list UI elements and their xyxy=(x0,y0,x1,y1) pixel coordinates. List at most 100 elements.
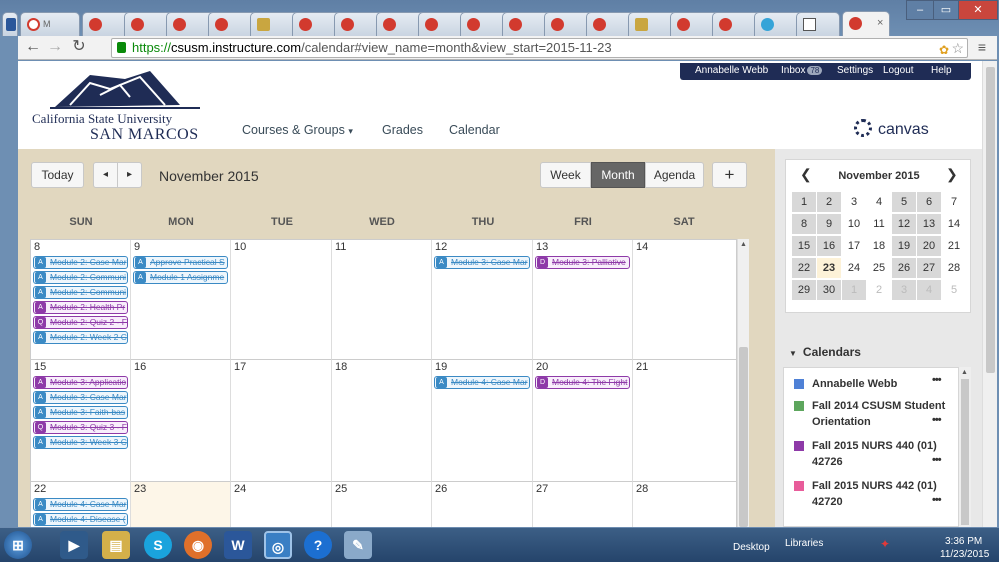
calendar-event[interactable]: A Module 2: Communi xyxy=(33,271,128,284)
calendar-options-icon[interactable]: ••• xyxy=(932,374,942,386)
day-cell[interactable]: 19 A Module 4: Case Mar xyxy=(432,360,533,482)
minical-day[interactable]: 9 xyxy=(817,214,841,234)
calendar-event[interactable]: A Module 4: Case Mar xyxy=(33,498,128,511)
inbox-link[interactable]: Inbox 78 xyxy=(781,65,823,76)
next-month-button[interactable]: ▸ xyxy=(117,162,142,188)
clock-date[interactable]: 11/23/2015 xyxy=(940,549,989,560)
day-number[interactable]: 16 xyxy=(134,361,146,373)
day-cell[interactable]: 10 xyxy=(231,240,332,360)
minical-day[interactable]: 18 xyxy=(867,236,891,256)
minical-day[interactable]: 2 xyxy=(867,280,891,300)
bookmark-star-icon[interactable]: ☆ xyxy=(951,39,964,57)
add-event-button[interactable]: + xyxy=(712,162,747,188)
page-scrollbar[interactable] xyxy=(982,61,997,527)
minical-day[interactable]: 11 xyxy=(867,214,891,234)
help-icon[interactable]: ? xyxy=(304,531,332,559)
close-window-button[interactable]: ✕ xyxy=(958,0,998,20)
day-number[interactable]: 21 xyxy=(636,361,648,373)
day-number[interactable]: 28 xyxy=(636,483,648,495)
calendar-color-swatch[interactable] xyxy=(794,441,804,451)
minical-day[interactable]: 3 xyxy=(892,280,916,300)
day-number[interactable]: 19 xyxy=(435,361,447,373)
agenda-view-button[interactable]: Agenda xyxy=(645,162,704,188)
day-cell[interactable]: 8 A Module 2: Case Mar A Module 2: Communi A M… xyxy=(31,240,131,360)
browser-tab[interactable] xyxy=(796,12,840,36)
settings-link[interactable]: Settings xyxy=(837,65,873,76)
calendar-event[interactable]: A Module 4: Case Mar xyxy=(434,376,530,389)
scrollbar-thumb[interactable] xyxy=(986,67,995,373)
calendar-event[interactable]: A Module 2: Communi xyxy=(33,286,128,299)
week-view-button[interactable]: Week xyxy=(540,162,591,188)
libraries-toolbar[interactable]: Libraries xyxy=(785,538,823,549)
calendar-color-swatch[interactable] xyxy=(794,481,804,491)
nav-courses-groups[interactable]: Courses & Groups ▾ xyxy=(242,123,353,137)
desktop-toolbar[interactable]: Desktop xyxy=(733,542,770,553)
minical-day[interactable]: 4 xyxy=(917,280,941,300)
day-cell[interactable]: 18 xyxy=(332,360,432,482)
start-button-icon[interactable]: ⊞ xyxy=(4,531,32,559)
calendar-scrollbar[interactable]: ▲ xyxy=(737,239,749,527)
scrollbar-thumb[interactable] xyxy=(739,347,748,527)
user-name-link[interactable]: Annabelle Webb xyxy=(695,65,768,76)
address-bar[interactable]: https://csusm.instructure.com/calendar#v… xyxy=(111,38,968,58)
calendar-event[interactable]: A Module 3: Week 3 C xyxy=(33,436,128,449)
minical-day[interactable]: 20 xyxy=(917,236,941,256)
day-number[interactable]: 25 xyxy=(335,483,347,495)
calendar-event[interactable]: D Module 3: Palliative xyxy=(535,256,630,269)
day-number[interactable]: 14 xyxy=(636,241,648,253)
minical-day[interactable]: 1 xyxy=(792,192,816,212)
calendar-event[interactable]: A Approve Practical S xyxy=(133,256,228,269)
minical-day[interactable]: 5 xyxy=(892,192,916,212)
day-cell[interactable]: 20 D Module 4: The Fight xyxy=(533,360,633,482)
day-number[interactable]: 9 xyxy=(134,241,140,253)
day-number[interactable]: 20 xyxy=(536,361,548,373)
nav-grades[interactable]: Grades xyxy=(382,123,423,137)
day-cell[interactable]: 13 D Module 3: Palliative xyxy=(533,240,633,360)
minical-day[interactable]: 3 xyxy=(842,192,866,212)
day-number[interactable]: 23 xyxy=(134,483,146,495)
browser-tab[interactable]: M xyxy=(20,12,80,36)
day-cell[interactable]: 15 A Module 3: Applicatio A Module 3: Case M… xyxy=(31,360,131,482)
minical-day[interactable]: 28 xyxy=(942,258,966,278)
calendar-options-icon[interactable]: ••• xyxy=(932,494,942,506)
close-tab-icon[interactable]: × xyxy=(877,17,883,29)
forward-icon[interactable]: → xyxy=(46,39,64,57)
back-icon[interactable]: ← xyxy=(24,39,42,57)
minical-next-icon[interactable]: ❯ xyxy=(946,166,958,183)
reload-icon[interactable]: ↻ xyxy=(70,39,88,57)
day-cell[interactable]: 26 xyxy=(432,482,533,527)
minical-day[interactable]: 5 xyxy=(942,280,966,300)
minical-day[interactable]: 24 xyxy=(842,258,866,278)
day-number[interactable]: 18 xyxy=(335,361,347,373)
day-number[interactable]: 12 xyxy=(435,241,447,253)
minical-day[interactable]: 2 xyxy=(817,192,841,212)
minical-day[interactable]: 30 xyxy=(817,280,841,300)
minical-day[interactable]: 16 xyxy=(817,236,841,256)
minical-day[interactable]: 22 xyxy=(792,258,816,278)
calendar-options-icon[interactable]: ••• xyxy=(932,414,942,426)
calendar-options-icon[interactable]: ••• xyxy=(932,454,942,466)
day-cell[interactable]: 11 xyxy=(332,240,432,360)
calendar-event[interactable]: A Module 2: Health Pr xyxy=(33,301,128,314)
minical-day[interactable]: 17 xyxy=(842,236,866,256)
calendars-heading[interactable]: ▼ Calendars xyxy=(789,345,861,359)
nav-calendar[interactable]: Calendar xyxy=(449,123,500,137)
minical-day[interactable]: 26 xyxy=(892,258,916,278)
minical-day[interactable]: 7 xyxy=(942,192,966,212)
day-number[interactable]: 11 xyxy=(335,241,346,253)
calendar-event[interactable]: A Module 3: Case Mar xyxy=(434,256,530,269)
day-number[interactable]: 8 xyxy=(34,241,40,253)
minical-day[interactable]: 12 xyxy=(892,214,916,234)
calendar-event[interactable]: Q Module 3: Quiz 3 - F xyxy=(33,421,128,434)
minical-day[interactable]: 6 xyxy=(917,192,941,212)
extension-icon[interactable]: ✿ xyxy=(939,41,949,57)
day-cell[interactable]: 17 xyxy=(231,360,332,482)
browser-tab-active[interactable]: × xyxy=(842,11,890,37)
minical-day[interactable]: 13 xyxy=(917,214,941,234)
day-cell[interactable]: 16 xyxy=(131,360,231,482)
day-number[interactable]: 15 xyxy=(34,361,46,373)
word-icon[interactable]: W xyxy=(224,531,252,559)
canvas-logo[interactable]: canvas xyxy=(854,119,929,139)
calendar-event[interactable]: A Module 1 Assignme xyxy=(133,271,228,284)
prev-month-button[interactable]: ◂ xyxy=(93,162,118,188)
